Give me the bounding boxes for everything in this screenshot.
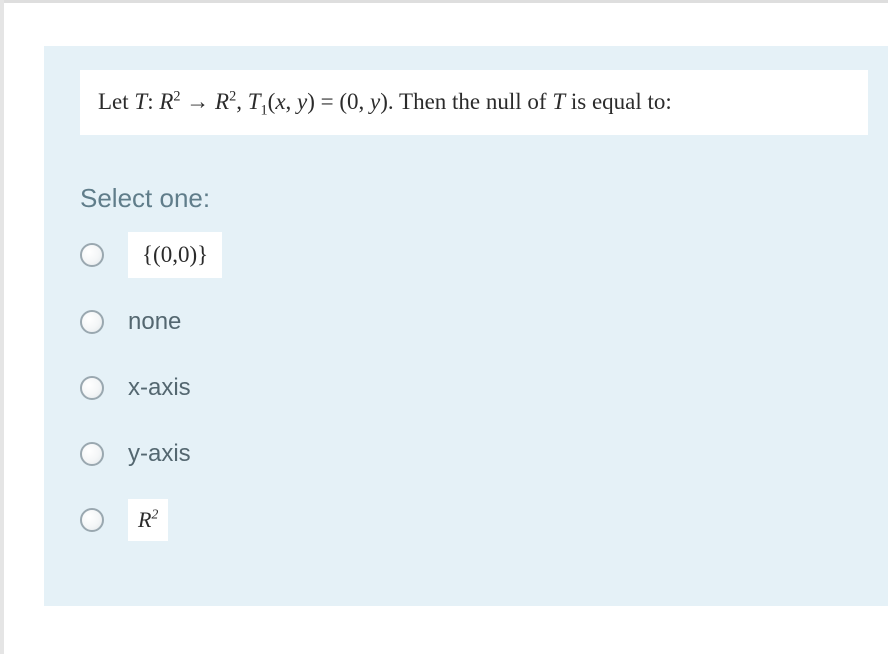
radio-icon[interactable] [80, 243, 104, 267]
radio-icon[interactable] [80, 376, 104, 400]
option-row[interactable]: {(0,0)} [80, 232, 888, 278]
option-label: x-axis [128, 374, 191, 402]
stem-prefix: Let [98, 89, 134, 114]
stem-math: T: R2 → R2, T1(x, y) = (0, y). [134, 89, 393, 114]
radio-icon[interactable] [80, 508, 104, 532]
radio-icon[interactable] [80, 442, 104, 466]
options-group: {(0,0)} none x-axis y-axis R2 [80, 232, 888, 542]
option-label: R2 [128, 499, 168, 541]
top-border [4, 0, 888, 3]
stem-end: is equal to: [565, 89, 672, 114]
select-one-label: Select one: [80, 183, 888, 214]
option-label: none [128, 308, 181, 336]
question-card: Let T: R2 → R2, T1(x, y) = (0, y). Then … [44, 46, 888, 606]
option-label: {(0,0)} [128, 232, 222, 278]
option-label: y-axis [128, 440, 191, 468]
stem-T: T [552, 89, 565, 114]
left-border [0, 0, 4, 654]
radio-icon[interactable] [80, 310, 104, 334]
option-row[interactable]: none [80, 300, 888, 344]
option-row[interactable]: x-axis [80, 366, 888, 410]
option-row[interactable]: R2 [80, 498, 888, 542]
question-stem: Let T: R2 → R2, T1(x, y) = (0, y). Then … [80, 70, 868, 135]
stem-suffix: Then the null of [394, 89, 553, 114]
option-row[interactable]: y-axis [80, 432, 888, 476]
